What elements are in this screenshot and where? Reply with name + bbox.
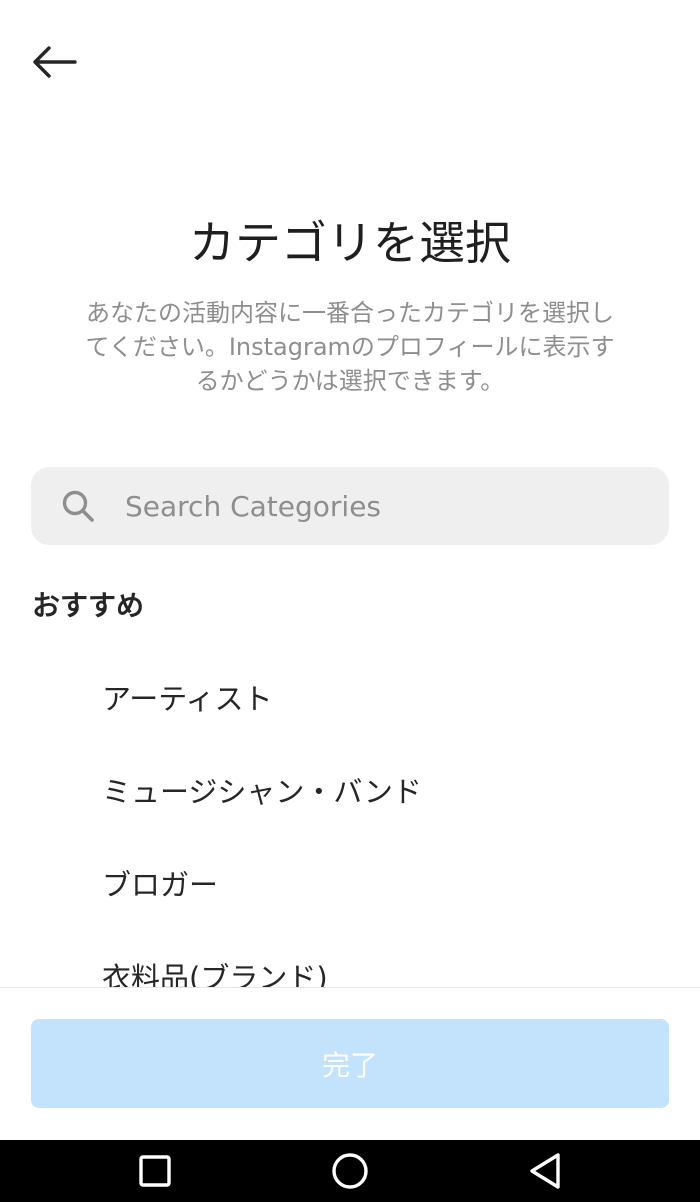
subtitle-line: るかどうかは選択できます。: [195, 367, 505, 395]
recents-square-icon: [139, 1155, 171, 1187]
search-input[interactable]: [123, 475, 647, 537]
category-item-musician-band[interactable]: ミュージシャン・バンド: [0, 743, 700, 836]
page-subtitle: あなたの活動内容に一番合ったカテゴリを選択し てください。Instagramのプ…: [50, 296, 650, 398]
home-button[interactable]: [310, 1140, 390, 1202]
page-title: カテゴリを選択: [189, 216, 511, 270]
footer-divider: [0, 987, 700, 988]
home-circle-icon: [332, 1153, 368, 1189]
subtitle-line: あなたの活動内容に一番合ったカテゴリを選択し: [86, 299, 614, 327]
section-heading-recommended: おすすめ: [32, 589, 145, 622]
arrow-left-icon: [33, 46, 77, 78]
top-bar: [0, 0, 700, 124]
category-item-clothing-brand[interactable]: 衣料品(ブランド): [0, 929, 700, 988]
category-item-blogger[interactable]: ブロガー: [0, 836, 700, 929]
search-icon: [61, 489, 95, 523]
category-item-artist[interactable]: アーティスト: [0, 650, 700, 743]
back-triangle-icon: [530, 1153, 560, 1189]
system-back-button[interactable]: [505, 1140, 585, 1202]
done-button[interactable]: 完了: [31, 1019, 669, 1108]
back-button[interactable]: [22, 36, 86, 88]
category-label: ミュージシャン・バンド: [102, 774, 422, 809]
category-label: アーティスト: [102, 681, 273, 716]
recents-button[interactable]: [115, 1140, 195, 1202]
search-bar[interactable]: [31, 467, 669, 545]
system-navigation-bar: [0, 1140, 700, 1202]
category-list[interactable]: アーティスト ミュージシャン・バンド ブロガー 衣料品(ブランド): [0, 650, 700, 988]
category-label: 衣料品(ブランド): [102, 960, 328, 988]
category-label: ブロガー: [102, 867, 219, 902]
subtitle-line: てください。Instagramのプロフィールに表示す: [85, 333, 615, 361]
